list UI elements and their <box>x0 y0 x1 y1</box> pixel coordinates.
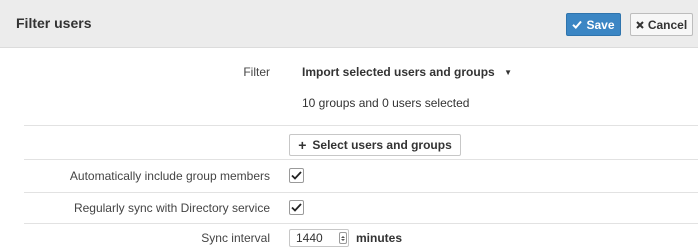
sync-interval-value: 1440 <box>296 231 323 245</box>
check-icon <box>291 171 302 180</box>
stepper-icon[interactable] <box>339 232 347 244</box>
cancel-button-label: Cancel <box>647 17 688 32</box>
stepper-down-icon[interactable] <box>341 238 345 241</box>
stepper-up-icon[interactable] <box>341 235 345 238</box>
sync-interval-units: minutes <box>356 231 403 245</box>
regular-sync-label: Regularly sync with Directory service <box>73 201 270 215</box>
page-title: Filter users <box>16 15 92 31</box>
save-button[interactable]: Save <box>566 13 621 36</box>
divider <box>24 125 698 126</box>
filter-dropdown[interactable]: Import selected users and groups ▼ <box>302 65 512 79</box>
save-button-label: Save <box>586 17 615 32</box>
plus-icon: + <box>298 137 307 153</box>
divider <box>24 159 698 160</box>
filter-label: Filter <box>243 65 270 79</box>
selection-summary: 10 groups and 0 users selected <box>302 96 470 110</box>
filter-selected-option: Import selected users and groups <box>302 65 495 79</box>
divider <box>24 192 698 193</box>
header-bar: Filter users Save Cancel <box>0 0 698 48</box>
cancel-button[interactable]: Cancel <box>630 13 693 36</box>
caret-down-icon: ▼ <box>504 68 512 78</box>
auto-include-checkbox[interactable] <box>289 168 304 183</box>
check-icon <box>291 203 302 212</box>
sync-interval-label: Sync interval <box>201 231 270 245</box>
divider <box>24 223 698 224</box>
select-users-groups-button[interactable]: + Select users and groups <box>289 134 461 156</box>
check-icon <box>572 19 583 31</box>
filter-users-panel: Filter users Save Cancel Filter Import s… <box>0 0 698 248</box>
x-icon <box>636 19 644 31</box>
auto-include-label: Automatically include group members <box>69 169 270 183</box>
regular-sync-checkbox[interactable] <box>289 200 304 215</box>
select-users-groups-label: Select users and groups <box>312 138 452 152</box>
